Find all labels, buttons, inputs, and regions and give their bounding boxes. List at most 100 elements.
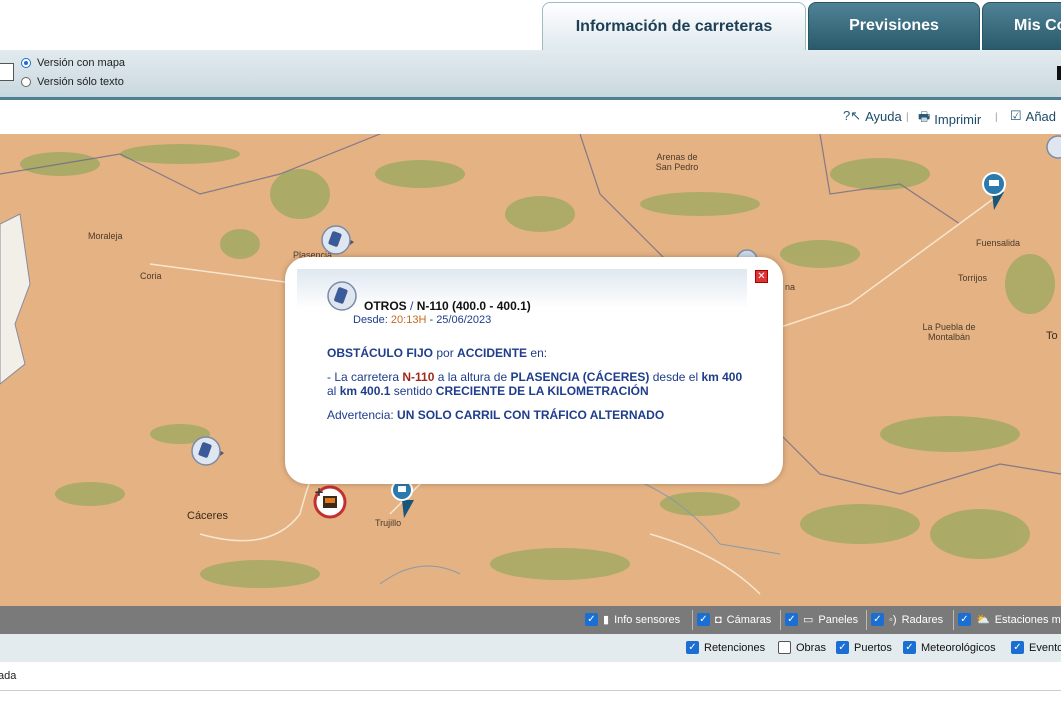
options-edge-mark xyxy=(1057,66,1061,80)
place-label: Fuensalida xyxy=(976,238,1021,248)
place-label: Torrijos xyxy=(958,273,988,283)
separator xyxy=(866,610,867,630)
incident-marker[interactable] xyxy=(190,435,230,471)
event-cause: ACCIDENTE xyxy=(457,346,528,360)
print-link[interactable]: 🖶 Imprimir xyxy=(918,108,981,130)
filter-label: Meteorológicos xyxy=(921,641,996,654)
tab-informacion-carreteras[interactable]: Información de carreteras xyxy=(542,2,806,50)
tab-label: Previsiones xyxy=(849,17,939,34)
radio-button[interactable] xyxy=(21,58,31,68)
radar-icon: ◦) xyxy=(889,613,897,626)
toolbar: ?↖ Ayuda | 🖶 Imprimir | ☑ Añad xyxy=(0,100,1061,134)
filter-radares[interactable]: ✓ ◦) Radares xyxy=(871,613,943,626)
radio-text-version[interactable]: Versión sólo texto xyxy=(21,76,124,88)
km-to: km 400.1 xyxy=(339,384,391,398)
separator xyxy=(953,610,954,630)
detail-text: a la altura de xyxy=(437,370,508,384)
checkbox[interactable]: ✓ xyxy=(686,641,699,654)
checkbox[interactable]: ✓ xyxy=(958,613,971,626)
tab-label: Información de carreteras xyxy=(575,17,773,35)
incident-marker[interactable] xyxy=(320,224,360,260)
radio-label: Versión con mapa xyxy=(37,57,126,69)
detail-text: sentido xyxy=(393,384,433,398)
tab-previsiones[interactable]: Previsiones xyxy=(808,2,980,50)
filter-label: Paneles xyxy=(818,613,859,626)
svg-text:+: + xyxy=(314,485,324,499)
event-in: en: xyxy=(530,346,548,360)
place-label: Moraleja xyxy=(88,231,123,241)
separator xyxy=(780,610,781,630)
panel-icon: ▭ xyxy=(803,614,814,626)
filter-meteorologicos[interactable]: ✓ Meteorológicos xyxy=(903,641,996,654)
popup-title: OTROS / N-110 (400.0 - 400.1) xyxy=(364,299,531,313)
detail-text: - La carretera xyxy=(327,370,400,384)
radio-button[interactable] xyxy=(21,77,31,87)
filter-label: Radares xyxy=(901,613,944,626)
event-by: por xyxy=(436,346,454,360)
detail-text: desde el xyxy=(652,370,699,384)
sensor-icon: ▮ xyxy=(603,614,610,626)
filter-label: Evento xyxy=(1029,641,1061,654)
printer-icon: 🖶 xyxy=(918,109,931,124)
filter-label: Retenciones xyxy=(704,641,766,654)
filter-retenciones[interactable]: ✓ Retenciones xyxy=(686,641,765,654)
checkbox-icon: ☑ xyxy=(1010,108,1022,123)
direction: CRECIENTE DE LA KILOMETRACIÓN xyxy=(435,384,649,398)
separator xyxy=(692,610,693,630)
place-label: La Puebla de Montalbán xyxy=(922,322,976,342)
add-label: Añad xyxy=(1025,108,1057,124)
warning-label: Advertencia: xyxy=(327,408,394,422)
works-marker[interactable]: + xyxy=(312,484,348,520)
separator: | xyxy=(995,112,998,123)
road-id: N-110 xyxy=(402,370,435,384)
place-label: na xyxy=(785,282,796,292)
filter-info-sensores[interactable]: ✓ ▮ Info sensores xyxy=(585,613,680,626)
marker-partial[interactable] xyxy=(1044,134,1061,160)
event-details: - La carretera N-110 a la altura de PLAS… xyxy=(327,370,747,398)
incident-filters: ✓ Retenciones Obras ✓ Puertos ✓ Meteorol… xyxy=(0,634,1061,662)
close-icon[interactable]: ✕ xyxy=(755,270,768,283)
filter-label: Info sensores xyxy=(614,613,681,626)
camera-icon: ◘ xyxy=(715,613,722,626)
place-label: Cáceres xyxy=(187,510,228,522)
help-icon: ?↖ xyxy=(843,108,862,123)
checkbox[interactable]: ✓ xyxy=(903,641,916,654)
place-label: Coria xyxy=(140,271,162,281)
view-options-bar: Versión con mapa Versión sólo texto xyxy=(0,50,1061,100)
checkbox[interactable]: ✓ xyxy=(697,613,710,626)
camera-marker[interactable] xyxy=(390,480,424,520)
event-summary: OBSTÁCULO FIJO por ACCIDENTE en: xyxy=(327,346,747,360)
radio-label: Versión sólo texto xyxy=(37,76,124,88)
filter-eventos[interactable]: ✓ Evento xyxy=(1011,641,1061,654)
checkbox[interactable]: ✓ xyxy=(785,613,798,626)
popup-date: Desde: 20:13H - 25/06/2023 xyxy=(353,314,491,326)
incident-road: N-110 (400.0 - 400.1) xyxy=(416,299,531,313)
filter-camaras[interactable]: ✓ ◘ Cámaras xyxy=(697,613,771,626)
filter-label: Obras xyxy=(796,641,826,654)
since-time: 20:13H xyxy=(390,314,427,326)
filter-puertos[interactable]: ✓ Puertos xyxy=(836,641,892,654)
help-link[interactable]: ?↖ Ayuda xyxy=(843,108,902,124)
footer-row: ada xyxy=(0,662,1061,691)
camera-marker[interactable] xyxy=(982,172,1016,212)
checkbox[interactable]: ✓ xyxy=(836,641,849,654)
radio-map-version[interactable]: Versión con mapa xyxy=(21,57,125,69)
checkbox[interactable] xyxy=(778,641,791,654)
since-label: Desde: xyxy=(353,314,388,326)
checkbox[interactable]: ✓ xyxy=(585,613,598,626)
detail-text: al xyxy=(327,384,337,398)
filter-label: Estaciones m xyxy=(994,613,1061,626)
checkbox[interactable]: ✓ xyxy=(1011,641,1024,654)
checkbox[interactable]: ✓ xyxy=(871,613,884,626)
incident-popup: ✕ OTROS / N-110 (400.0 - 400.1) Desde: 2… xyxy=(285,257,783,484)
warning-text: UN SOLO CARRIL CON TRÁFICO ALTERNADO xyxy=(397,408,665,422)
layer-filters: ✓ ▮ Info sensores ✓ ◘ Cámaras ✓ ▭ Panele… xyxy=(0,606,1061,634)
event-main: OBSTÁCULO FIJO xyxy=(327,346,434,360)
filter-paneles[interactable]: ✓ ▭ Paneles xyxy=(785,613,858,626)
incident-type-icon xyxy=(327,281,357,311)
tab-mis-co[interactable]: Mis Co xyxy=(982,2,1061,50)
add-link[interactable]: ☑ Añad xyxy=(1010,108,1056,124)
filter-estaciones[interactable]: ✓ ⛅ Estaciones m xyxy=(958,613,1061,626)
filter-obras[interactable]: Obras xyxy=(778,641,826,654)
search-input[interactable] xyxy=(0,63,14,81)
